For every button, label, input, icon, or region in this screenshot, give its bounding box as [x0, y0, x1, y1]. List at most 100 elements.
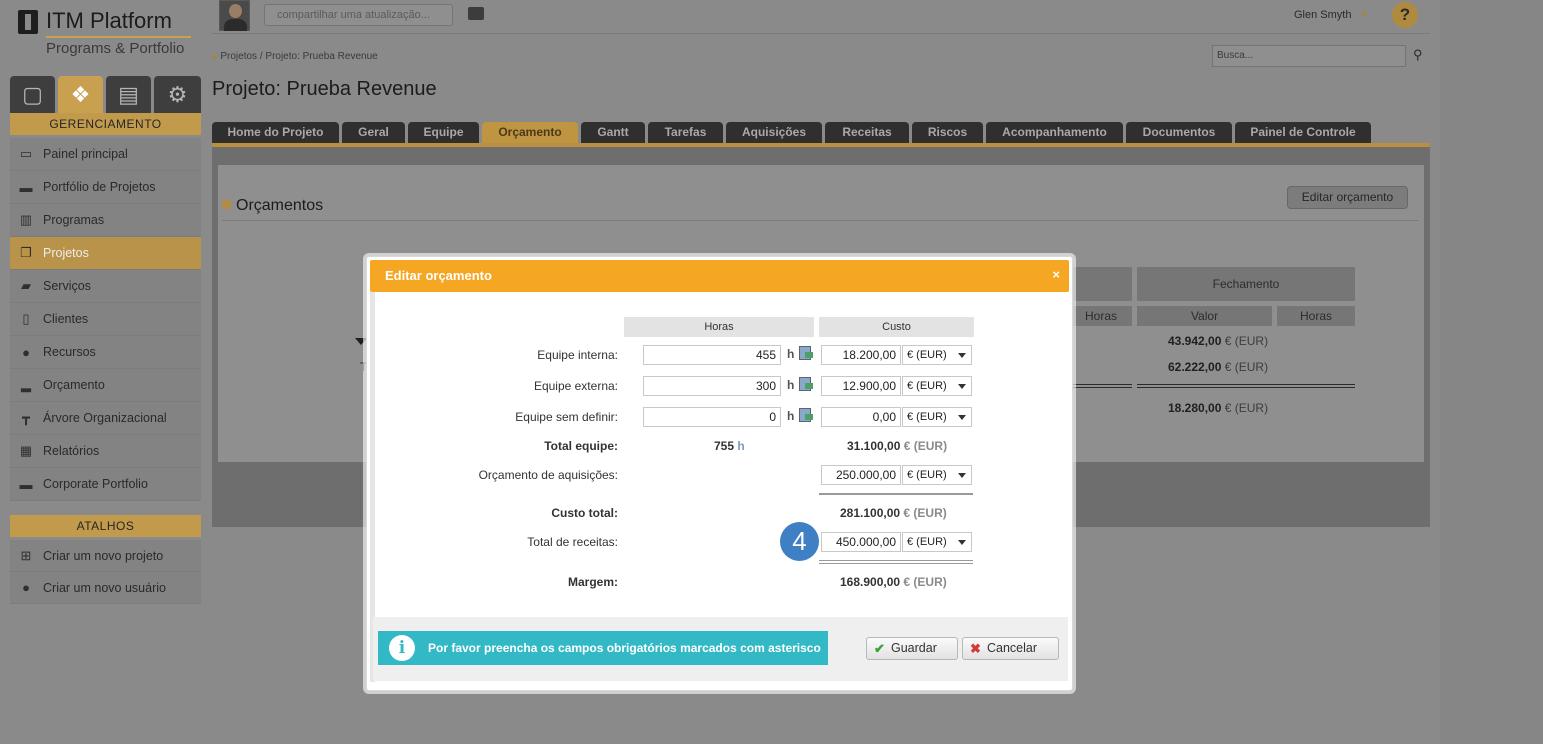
breadcrumb-text[interactable]: Projetos / Projeto: Prueba Revenue	[220, 51, 377, 62]
currency-select[interactable]: € (EUR)	[902, 407, 972, 427]
sidebar-item-corporate-portfolio[interactable]: ▬ Corporate Portfolio	[10, 468, 201, 501]
project-tabs: Home do Projeto Geral Equipe Orçamento G…	[212, 122, 1430, 144]
sidebar-item-relatorios[interactable]: ▦ Relatórios	[10, 435, 201, 468]
margin-label: Margem:	[567, 575, 618, 589]
total-cost-value: 281.100,00	[840, 506, 901, 520]
closing-hours-header: Horas	[1277, 306, 1355, 326]
sidebar-item-servicos[interactable]: ▰ Serviços	[10, 270, 201, 303]
chat-icon[interactable]	[468, 7, 484, 20]
modal-header: Editar orçamento ×	[370, 260, 1069, 292]
help-icon[interactable]: ?	[1392, 2, 1418, 28]
sidebar-item-orcamento[interactable]: ▂ Orçamento	[10, 369, 201, 402]
total-cost: 281.100,00 € (EUR)	[840, 506, 947, 520]
shortcut-new-user[interactable]: ● Criar um novo usuário	[10, 572, 201, 604]
sidebar-item-label: Projetos	[43, 246, 89, 260]
sidebar-item-clientes[interactable]: ▯ Clientes	[10, 303, 201, 336]
team-total-cost-value: 31.100,00	[847, 439, 901, 453]
procurement-budget-input[interactable]: 250.000,00	[821, 465, 901, 485]
shortcut-new-project[interactable]: ⊞ Criar um novo projeto	[10, 540, 201, 572]
sidebar-item-label: Clientes	[43, 312, 89, 326]
logo-mark-icon	[18, 10, 38, 34]
sidebar-item-painel-principal[interactable]: ▭ Painel principal	[10, 138, 201, 171]
sidebar-item-programas[interactable]: ▥ Programas	[10, 204, 201, 237]
new-user-icon: ●	[22, 580, 30, 595]
currency-select[interactable]: € (EUR)	[902, 465, 972, 485]
sidebar-item-arvore-organizacional[interactable]: ┳ Árvore Organizacional	[10, 402, 201, 435]
tab-equipe[interactable]: Equipe	[408, 122, 479, 144]
share-update-input[interactable]: compartilhar uma atualização...	[264, 4, 453, 26]
team-total-cost: 31.100,00 € (EUR)	[847, 439, 947, 453]
internal-team-label: Equipe interna:	[537, 348, 618, 362]
currency-select-value: € (EUR)	[907, 349, 947, 361]
tab-aquisicoes[interactable]: Aquisições	[726, 122, 822, 144]
sidebar-item-recursos[interactable]: ● Recursos	[10, 336, 201, 369]
currency-select[interactable]: € (EUR)	[902, 345, 972, 365]
closing-value-2: 62.222,00 € (EUR)	[1168, 360, 1269, 374]
cancel-button-label: Cancelar	[987, 641, 1038, 655]
edit-budget-button[interactable]: Editar orçamento	[1287, 186, 1408, 209]
logo-title: ITM Platform	[46, 8, 172, 33]
search-icon[interactable]: ⚲	[1413, 48, 1427, 62]
tab-home-do-projeto[interactable]: Home do Projeto	[212, 122, 339, 144]
calendar-icon[interactable]: ▢	[10, 76, 55, 114]
clipboard-icon[interactable]: ▤	[106, 76, 151, 114]
tab-receitas[interactable]: Receitas	[825, 122, 909, 144]
currency-select-value: € (EUR)	[907, 411, 947, 423]
currency-select[interactable]: € (EUR)	[902, 376, 972, 396]
tab-tarefas[interactable]: Tarefas	[648, 122, 723, 144]
closing-value-3: 18.280,00 € (EUR)	[1168, 401, 1269, 415]
close-icon[interactable]: ×	[1052, 267, 1060, 282]
logo[interactable]: ITM Platform Programs & Portfolio	[16, 6, 196, 66]
save-button[interactable]: ✔ Guardar	[866, 637, 958, 660]
currency-suffix: € (EUR)	[903, 575, 947, 589]
tab-riscos[interactable]: Riscos	[912, 122, 983, 144]
sidebar-item-label: Portfólio de Projetos	[43, 180, 156, 194]
tab-painel-de-controle[interactable]: Painel de Controle	[1235, 122, 1371, 144]
chevron-down-icon[interactable]: ▼	[1360, 9, 1369, 19]
internal-team-hours-input[interactable]: 455	[643, 345, 781, 365]
cancel-button[interactable]: ✖ Cancelar	[962, 637, 1059, 660]
gears-icon[interactable]: ⚙	[154, 76, 201, 114]
user-name[interactable]: Glen Smyth	[1294, 9, 1351, 21]
breadcrumb[interactable]: ▶ Projetos / Projeto: Prueba Revenue	[212, 51, 378, 62]
total-revenue-input[interactable]: 450.000,00	[821, 532, 901, 552]
currency-select[interactable]: € (EUR)	[902, 532, 972, 552]
sidebar-item-projetos[interactable]: ❐ Projetos	[10, 237, 201, 270]
undefined-team-hours-input[interactable]: 0	[643, 407, 781, 427]
checkmark-icon: ✔	[874, 641, 885, 656]
external-team-cost-input[interactable]: 12.900,00	[821, 376, 901, 396]
budget-bars-icon: ▂	[21, 377, 31, 392]
panel-title: Orçamentos	[236, 197, 324, 214]
team-total-hours-value: 755	[714, 439, 735, 453]
tab-acompanhamento[interactable]: Acompanhamento	[986, 122, 1123, 144]
undefined-team-cost-input[interactable]: 0,00	[821, 407, 901, 427]
tab-documentos[interactable]: Documentos	[1126, 122, 1232, 144]
tab-gantt[interactable]: Gantt	[581, 122, 645, 144]
external-team-hours-input[interactable]: 300	[643, 376, 781, 396]
sidebar-item-label: Corporate Portfolio	[43, 477, 148, 491]
calculator-icon[interactable]	[799, 376, 813, 391]
team-total-label: Total equipe:	[544, 439, 618, 453]
avatar[interactable]	[219, 0, 250, 31]
calculator-icon[interactable]	[799, 345, 813, 360]
search-input[interactable]: Busca...	[1212, 45, 1406, 67]
presentation-icon: ▭	[19, 146, 33, 161]
tab-orcamento[interactable]: Orçamento	[482, 122, 578, 144]
cubes-icon[interactable]: ❖	[58, 76, 103, 114]
margin: 168.900,00 € (EUR)	[840, 575, 947, 589]
currency-select-value: € (EUR)	[907, 469, 947, 481]
page-title: Projeto: Prueba Revenue	[212, 78, 437, 100]
page-right-margin	[1440, 0, 1543, 744]
panel-title-marker	[222, 200, 231, 209]
shortcut-menu: ⊞ Criar um novo projeto ● Criar um novo us…	[10, 540, 201, 604]
sidebar-item-portfolio-projetos[interactable]: ▬ Portfólio de Projetos	[10, 171, 201, 204]
internal-team-cost-input[interactable]: 18.200,00	[821, 345, 901, 365]
info-message-bar: i Por favor preencha os campos obrigatór…	[378, 631, 828, 665]
calculator-icon[interactable]	[799, 407, 813, 422]
services-icon: ▰	[21, 278, 31, 293]
x-icon: ✖	[970, 641, 981, 656]
sidebar-item-label: Árvore Organizacional	[43, 411, 167, 425]
tab-geral[interactable]: Geral	[342, 122, 405, 144]
total-double-separator	[819, 560, 973, 564]
info-icon: i	[389, 635, 415, 661]
